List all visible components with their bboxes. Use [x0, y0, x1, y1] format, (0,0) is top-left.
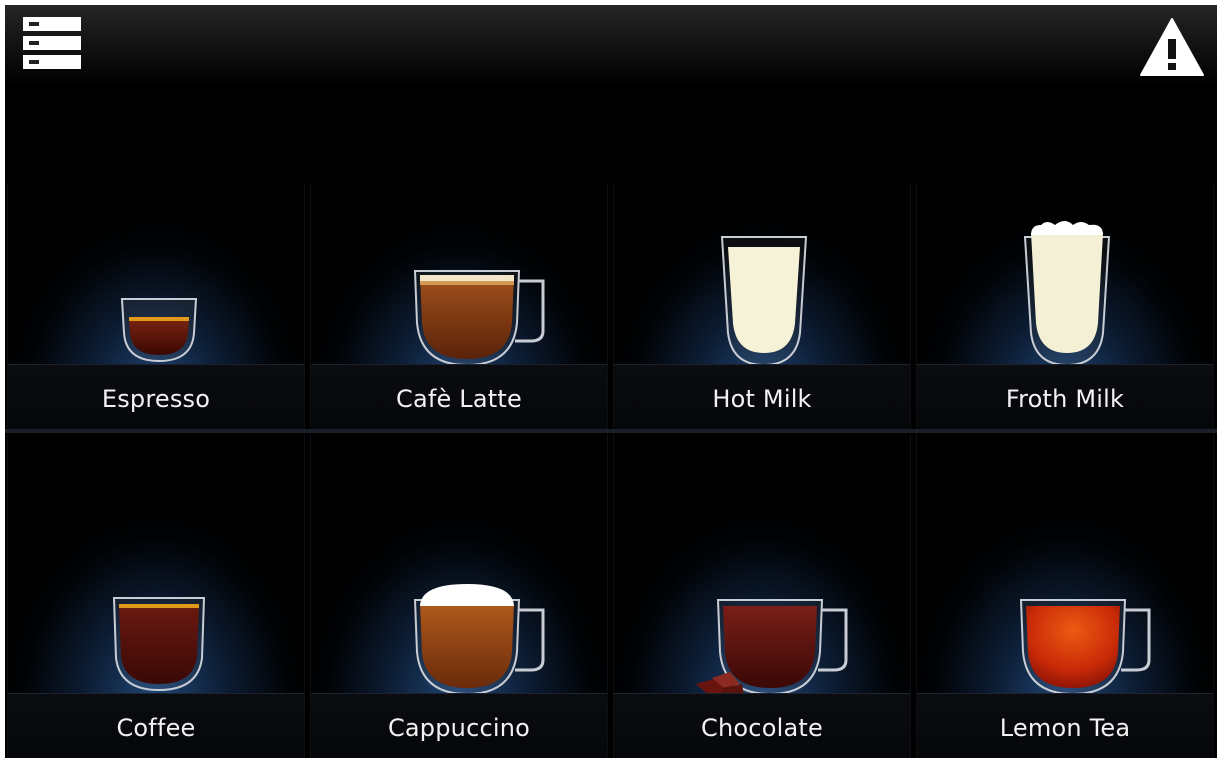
drink-label: Coffee — [116, 714, 196, 742]
drink-label: Chocolate — [701, 714, 823, 742]
drink-tile-froth-milk[interactable]: Froth Milk — [916, 183, 1214, 429]
warning-triangle-icon[interactable] — [1139, 17, 1205, 77]
drink-selection-screen: Espresso Cafè Latte Hot Milk Froth Milk … — [5, 5, 1217, 758]
drink-label: Cafè Latte — [396, 385, 522, 413]
drink-tile-cappuccino[interactable]: Cappuccino — [310, 434, 608, 758]
drink-label: Espresso — [101, 385, 211, 413]
drink-tile-coffee[interactable]: Coffee — [7, 434, 305, 758]
drink-tile-cafe-latte[interactable]: Cafè Latte — [310, 183, 608, 429]
drink-label: Hot Milk — [712, 385, 812, 413]
drink-tile-espresso[interactable]: Espresso — [7, 183, 305, 429]
drink-grid: Espresso Cafè Latte Hot Milk Froth Milk … — [5, 183, 1217, 758]
drink-tile-chocolate[interactable]: Chocolate — [613, 434, 911, 758]
menu-list-icon[interactable] — [23, 17, 81, 69]
top-bar — [5, 5, 1217, 85]
drink-label: Cappuccino — [387, 714, 531, 742]
drink-tile-lemon-tea[interactable]: Lemon Tea — [916, 434, 1214, 758]
row-divider — [5, 429, 1217, 433]
drink-tile-hot-milk[interactable]: Hot Milk — [613, 183, 911, 429]
drink-label: Froth Milk — [1005, 385, 1125, 413]
drink-label: Lemon Tea — [999, 714, 1131, 742]
